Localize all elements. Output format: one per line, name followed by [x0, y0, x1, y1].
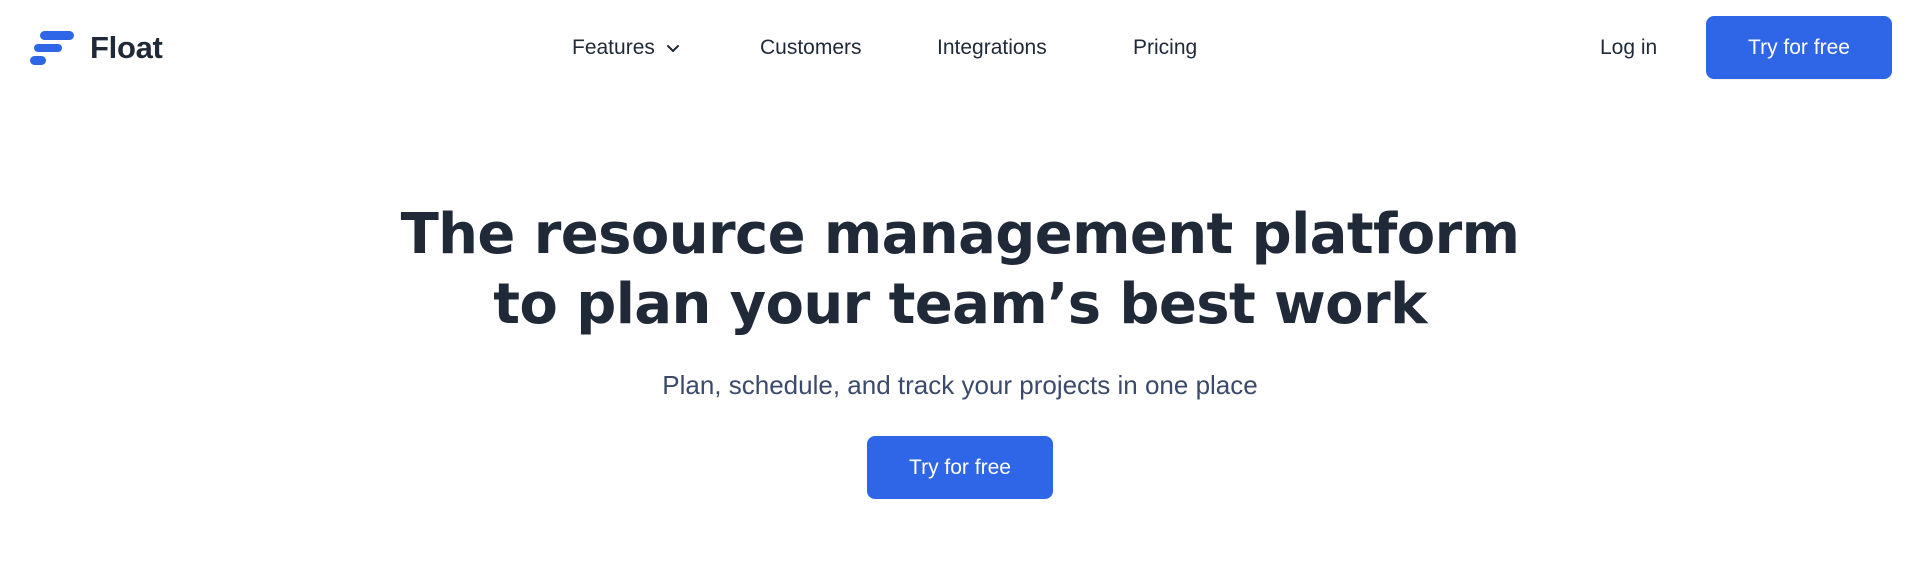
try-for-free-hero-button[interactable]: Try for free	[867, 436, 1053, 499]
chevron-down-icon	[666, 45, 679, 52]
hero-title-line-1: The resource management platform	[400, 202, 1520, 267]
try-for-free-header-button[interactable]: Try for free	[1706, 16, 1892, 79]
hero-subtitle: Plan, schedule, and track your projects …	[662, 370, 1258, 400]
nav-item-features[interactable]: Features	[572, 30, 681, 66]
hero-title: The resource management platform to plan…	[360, 200, 1560, 340]
nav-item-pricing[interactable]: Pricing	[1133, 30, 1197, 66]
float-logo-icon	[30, 31, 74, 65]
nav-item-features-label: Features	[572, 36, 655, 59]
brand-name: Float	[90, 30, 163, 65]
login-link[interactable]: Log in	[1600, 30, 1657, 66]
hero-title-line-2: to plan your team’s best work	[493, 272, 1427, 337]
float-logo-link[interactable]: Float	[30, 28, 163, 68]
site-header: Float Features Customers Integrations Pr…	[0, 0, 1920, 96]
hero-section: The resource management platform to plan…	[0, 200, 1920, 499]
nav-item-customers[interactable]: Customers	[760, 30, 862, 66]
nav-item-integrations[interactable]: Integrations	[937, 30, 1047, 66]
